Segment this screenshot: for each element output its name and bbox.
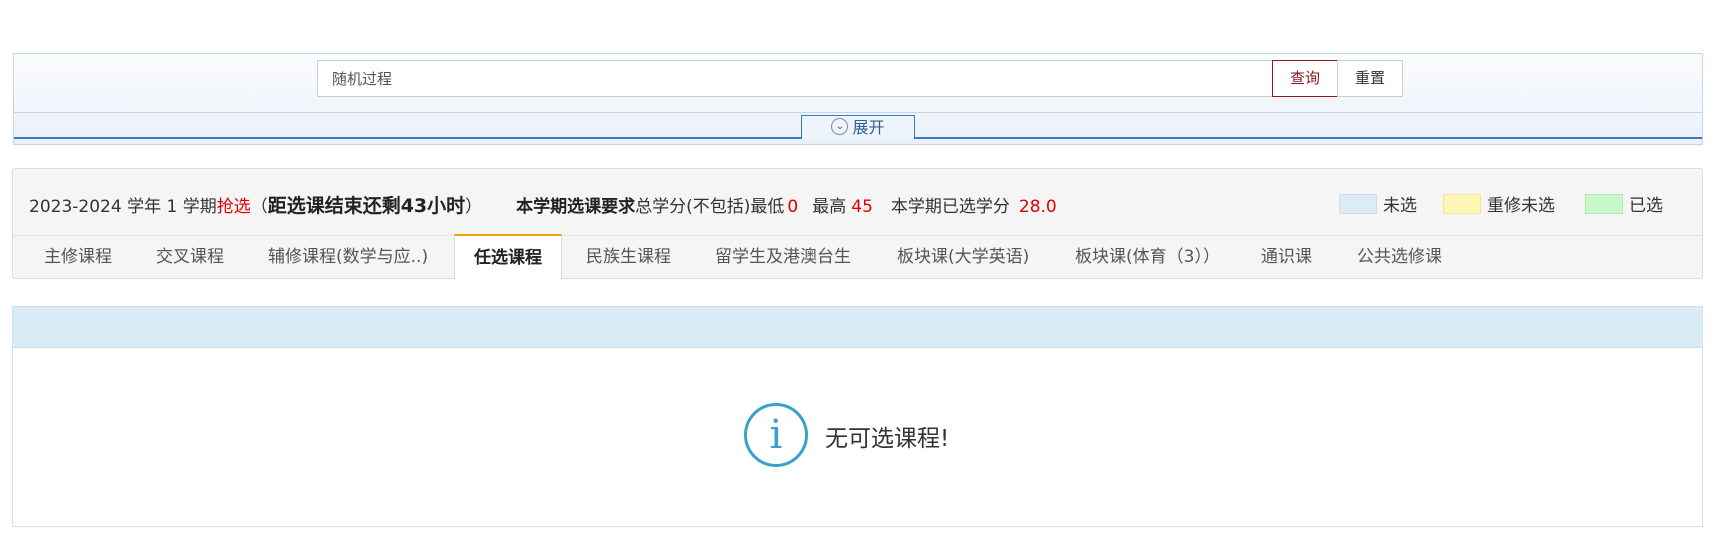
tab-cross-courses[interactable]: 交叉课程 — [156, 235, 224, 279]
requirement-text: 总学分(不包括)最低 — [635, 197, 785, 217]
tab-physical-education[interactable]: 板块课(体育（3）） — [1075, 235, 1220, 279]
expand-toggle[interactable]: ⌄ 展开 — [801, 115, 915, 139]
tab-college-english[interactable]: 板块课(大学英语) — [897, 235, 1029, 279]
search-row: 查询 重置 — [14, 54, 1702, 113]
requirement-label: 本学期选课要求 — [516, 197, 636, 217]
min-credits: 0 — [787, 197, 799, 217]
course-result-panel: i 无可选课程! — [12, 306, 1703, 527]
query-button[interactable]: 查询 — [1272, 60, 1338, 97]
expand-label: 展开 — [852, 118, 885, 137]
legend-label-retake: 重修未选 — [1487, 196, 1555, 216]
tab-international-courses[interactable]: 留学生及港澳台生 — [715, 235, 851, 279]
course-search-input[interactable] — [317, 60, 1287, 97]
legend-label-selected: 已选 — [1629, 196, 1663, 216]
paren-close: ） — [465, 197, 483, 217]
result-header-bar — [13, 307, 1702, 348]
phase-label: 抢选 — [216, 197, 251, 217]
chevron-down-circle-icon: ⌄ — [831, 118, 849, 135]
course-info-panel: 2023-2024 学年 1 学期抢选（距选课结束还剩43小时） 本学期选课要求总… — [12, 168, 1703, 279]
tab-minor-courses[interactable]: 辅修课程(数学与应..) — [268, 235, 428, 279]
term-label: 2023-2024 学年 1 学期 — [29, 197, 217, 217]
tab-ethnic-courses[interactable]: 民族生课程 — [586, 235, 671, 279]
paren-open: （ — [250, 197, 268, 217]
term-info: 2023-2024 学年 1 学期抢选（距选课结束还剩43小时） 本学期选课要求总… — [29, 191, 1057, 218]
max-label: 最高 — [812, 197, 847, 217]
tab-elective-courses[interactable]: 任选课程 — [454, 234, 562, 279]
selected-credits-label: 本学期已选学分 — [890, 197, 1010, 217]
legend-swatch-unselected — [1339, 194, 1377, 214]
max-credits: 45 — [851, 197, 873, 217]
selected-credits: 28.0 — [1018, 197, 1057, 217]
tab-general-education[interactable]: 通识课 — [1261, 235, 1312, 279]
course-category-tabs: 主修课程 交叉课程 辅修课程(数学与应..) 任选课程 民族生课程 留学生及港澳… — [13, 234, 1702, 279]
legend-swatch-selected — [1585, 194, 1623, 214]
empty-message: 无可选课程! — [825, 426, 950, 452]
countdown-label: 距选课结束还剩43小时 — [267, 195, 466, 217]
legend-label-unselected: 未选 — [1383, 196, 1417, 216]
tab-public-elective[interactable]: 公共选修课 — [1357, 235, 1442, 279]
legend-swatch-retake — [1443, 194, 1481, 214]
info-icon: i — [744, 403, 808, 467]
reset-button[interactable]: 重置 — [1337, 60, 1403, 97]
search-panel: 查询 重置 ⌄展开 — [13, 53, 1703, 145]
term-info-row: 2023-2024 学年 1 学期抢选（距选课结束还剩43小时） 本学期选课要求总… — [13, 169, 1702, 236]
tab-major-courses[interactable]: 主修课程 — [44, 235, 112, 279]
